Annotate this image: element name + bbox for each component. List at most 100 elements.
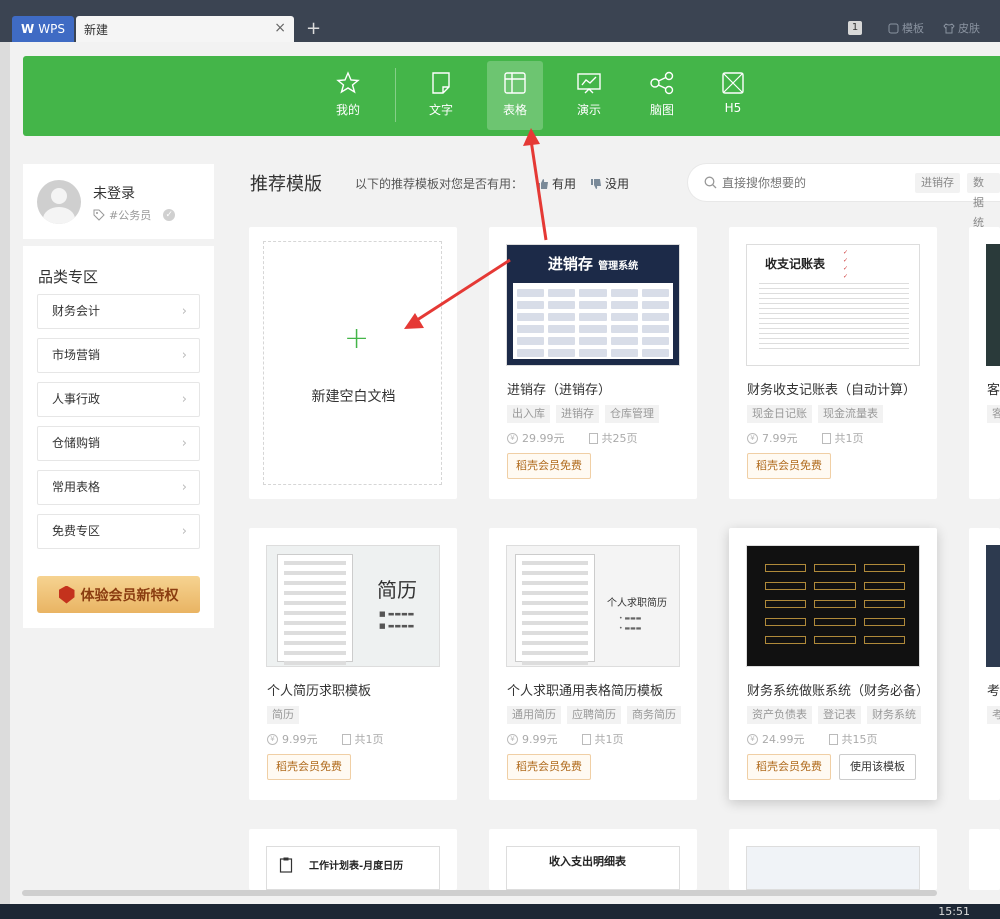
template-title[interactable]: 进销存（进销存） <box>507 379 611 398</box>
template-thumbnail[interactable]: 收入支出明细表 <box>506 846 680 890</box>
search-tag[interactable]: 进销存 <box>915 173 960 193</box>
nav-label: 脑图 <box>649 103 674 117</box>
tab-wps-home[interactable]: W WPS <box>12 16 74 42</box>
member-free-badge: 稻壳会员免费 <box>747 754 831 780</box>
template-card-partial[interactable]: 考 考 <box>969 528 1000 800</box>
new-blank-document-card[interactable]: + 新建空白文档 <box>249 227 457 499</box>
template-card[interactable]: 简历 ■ ▬▬▬▬ ■ ▬▬▬▬ 个人简历求职模板 简历 ¥ 9.99元 共1页 … <box>249 528 457 800</box>
thumb-bullets: ■ ▬▬▬▬ ■ ▬▬▬▬ <box>379 610 415 630</box>
use-template-button[interactable]: 使用该模板 <box>839 754 916 780</box>
template-tag[interactable]: 简历 <box>267 706 299 724</box>
tab-new[interactable]: 新建 × <box>76 16 294 42</box>
template-thumbnail[interactable]: 个人求职简历 • ▬▬▬ • ▬▬▬ <box>506 545 680 667</box>
user-panel[interactable]: 未登录 #公务员 ✓ <box>23 164 214 239</box>
template-title[interactable]: 个人求职通用表格简历模板 <box>507 680 663 699</box>
template-button[interactable]: 模板 <box>888 20 924 36</box>
template-card[interactable]: 收支记账表 ✓ ✓ ✓ ✓ 财务收支记账表（自动计算） 现金日记账 现金流量表 ¥ 7… <box>729 227 937 499</box>
h5-icon <box>722 72 744 94</box>
search-input[interactable] <box>722 173 902 193</box>
nav-item-mine[interactable]: 我的 <box>320 61 376 130</box>
template-card[interactable]: 个人求职简历 • ▬▬▬ • ▬▬▬ 个人求职通用表格简历模板 通用简历 应聘简历… <box>489 528 697 800</box>
template-tags: 通用简历 应聘简历 商务简历 <box>507 706 681 724</box>
skin-button[interactable]: 皮肤 <box>943 20 980 36</box>
template-tag[interactable]: 进销存 <box>556 405 599 423</box>
template-title[interactable]: 客 <box>987 379 1000 398</box>
clipboard-icon <box>279 857 293 873</box>
useless-button[interactable]: 没用 <box>590 175 629 192</box>
template-search[interactable]: 进销存 数据统 <box>687 163 1000 229</box>
vip-shield-icon <box>58 585 75 604</box>
thumb-title: 工作计划表-月度日历 <box>309 861 404 872</box>
window-count-badge[interactable]: 1 <box>848 21 862 35</box>
thumb-bullets: • ▬▬▬ • ▬▬▬ <box>619 615 642 632</box>
template-thumbnail[interactable]: 收支记账表 ✓ ✓ ✓ ✓ <box>746 244 920 366</box>
category-item-marketing[interactable]: 市场营销 › <box>37 338 200 373</box>
template-title[interactable]: 财务系统做账系统（财务必备） <box>747 680 929 699</box>
template-price: 24.99元 <box>762 733 805 746</box>
vip-trial-button[interactable]: 体验会员新特权 <box>37 576 200 613</box>
template-card[interactable]: 工作计划表-月度日历 <box>249 829 457 890</box>
template-title[interactable]: 个人简历求职模板 <box>267 680 371 699</box>
chevron-right-icon: › <box>181 304 187 319</box>
blank-document-area[interactable]: + 新建空白文档 <box>263 241 442 485</box>
template-tag[interactable]: 财务系统 <box>867 706 921 724</box>
skin-label: 皮肤 <box>958 22 980 35</box>
template-tag[interactable]: 现金流量表 <box>818 405 883 423</box>
category-item-warehouse[interactable]: 仓储购销 › <box>37 426 200 461</box>
user-name[interactable]: 未登录 <box>93 183 135 203</box>
page-count-icon <box>821 432 831 444</box>
template-card-partial[interactable] <box>969 829 1000 890</box>
template-thumbnail[interactable]: 进销存 管理系统 <box>506 244 680 366</box>
user-tag[interactable]: #公务员 ✓ <box>93 207 176 223</box>
useful-button[interactable]: 有用 <box>537 175 576 192</box>
template-card[interactable] <box>729 829 937 890</box>
nav-item-h5[interactable]: H5 <box>705 61 761 130</box>
category-item-free[interactable]: 免费专区 › <box>37 514 200 549</box>
template-thumbnail[interactable] <box>986 545 1000 667</box>
template-tag[interactable]: 通用简历 <box>507 706 561 724</box>
template-card-partial[interactable]: 客 客 <box>969 227 1000 499</box>
thumb-title: 收支记账表 <box>765 257 826 271</box>
close-tab-icon[interactable]: × <box>274 20 286 36</box>
template-thumbnail[interactable] <box>986 244 1000 366</box>
template-title[interactable]: 考 <box>987 680 1000 699</box>
template-tag[interactable]: 考 <box>987 706 1000 724</box>
nav-item-presentation[interactable]: 演示 <box>561 61 617 130</box>
nav-label: 演示 <box>576 103 601 117</box>
avatar[interactable] <box>37 180 81 224</box>
template-thumbnail[interactable]: 简历 ■ ▬▬▬▬ ■ ▬▬▬▬ <box>266 545 440 667</box>
template-card[interactable]: 收入支出明细表 <box>489 829 697 890</box>
template-tag[interactable]: 应聘简历 <box>567 706 621 724</box>
template-thumbnail[interactable]: 工作计划表-月度日历 <box>266 846 440 890</box>
nav-item-spreadsheet[interactable]: 表格 <box>487 61 543 130</box>
template-card[interactable]: 进销存 管理系统 进销存（进销存） 出入库 进销存 仓库管理 ¥ 29.99元 … <box>489 227 697 499</box>
nav-item-mindmap[interactable]: 脑图 <box>634 61 690 130</box>
template-tag[interactable]: 出入库 <box>507 405 550 423</box>
template-thumbnail[interactable] <box>746 846 920 890</box>
template-tags: 资产负债表 登记表 财务系统 <box>747 706 921 724</box>
thumb-decor: ✓ ✓ ✓ ✓ <box>843 249 849 280</box>
thumb-paper <box>277 554 353 665</box>
new-blank-label: 新建空白文档 <box>311 389 396 405</box>
category-item-hr[interactable]: 人事行政 › <box>37 382 200 417</box>
horizontal-scrollbar[interactable] <box>22 890 937 896</box>
search-tag[interactable]: 数据统 <box>967 173 1000 229</box>
template-tag[interactable]: 客 <box>987 405 1000 423</box>
template-tag[interactable]: 登记表 <box>818 706 861 724</box>
nav-item-writer[interactable]: 文字 <box>413 61 469 130</box>
template-tag[interactable]: 现金日记账 <box>747 405 812 423</box>
template-title[interactable]: 财务收支记账表（自动计算） <box>747 379 916 398</box>
template-tag[interactable]: 资产负债表 <box>747 706 812 724</box>
nav-label: 表格 <box>502 103 527 117</box>
template-meta: ¥ 24.99元 共15页 <box>747 731 878 747</box>
template-card-hovered[interactable]: 财务系统做账系统（财务必备） 资产负债表 登记表 财务系统 ¥ 24.99元 共… <box>729 528 937 800</box>
template-tag[interactable]: 仓库管理 <box>605 405 659 423</box>
category-item-finance[interactable]: 财务会计 › <box>37 294 200 329</box>
chevron-right-icon: › <box>181 480 187 495</box>
nav-label: 我的 <box>335 103 360 117</box>
template-thumbnail[interactable] <box>746 545 920 667</box>
add-tab-button[interactable]: + <box>306 16 321 42</box>
recommend-title: 推荐模版 <box>250 174 322 195</box>
category-item-common[interactable]: 常用表格 › <box>37 470 200 505</box>
template-tag[interactable]: 商务简历 <box>627 706 681 724</box>
